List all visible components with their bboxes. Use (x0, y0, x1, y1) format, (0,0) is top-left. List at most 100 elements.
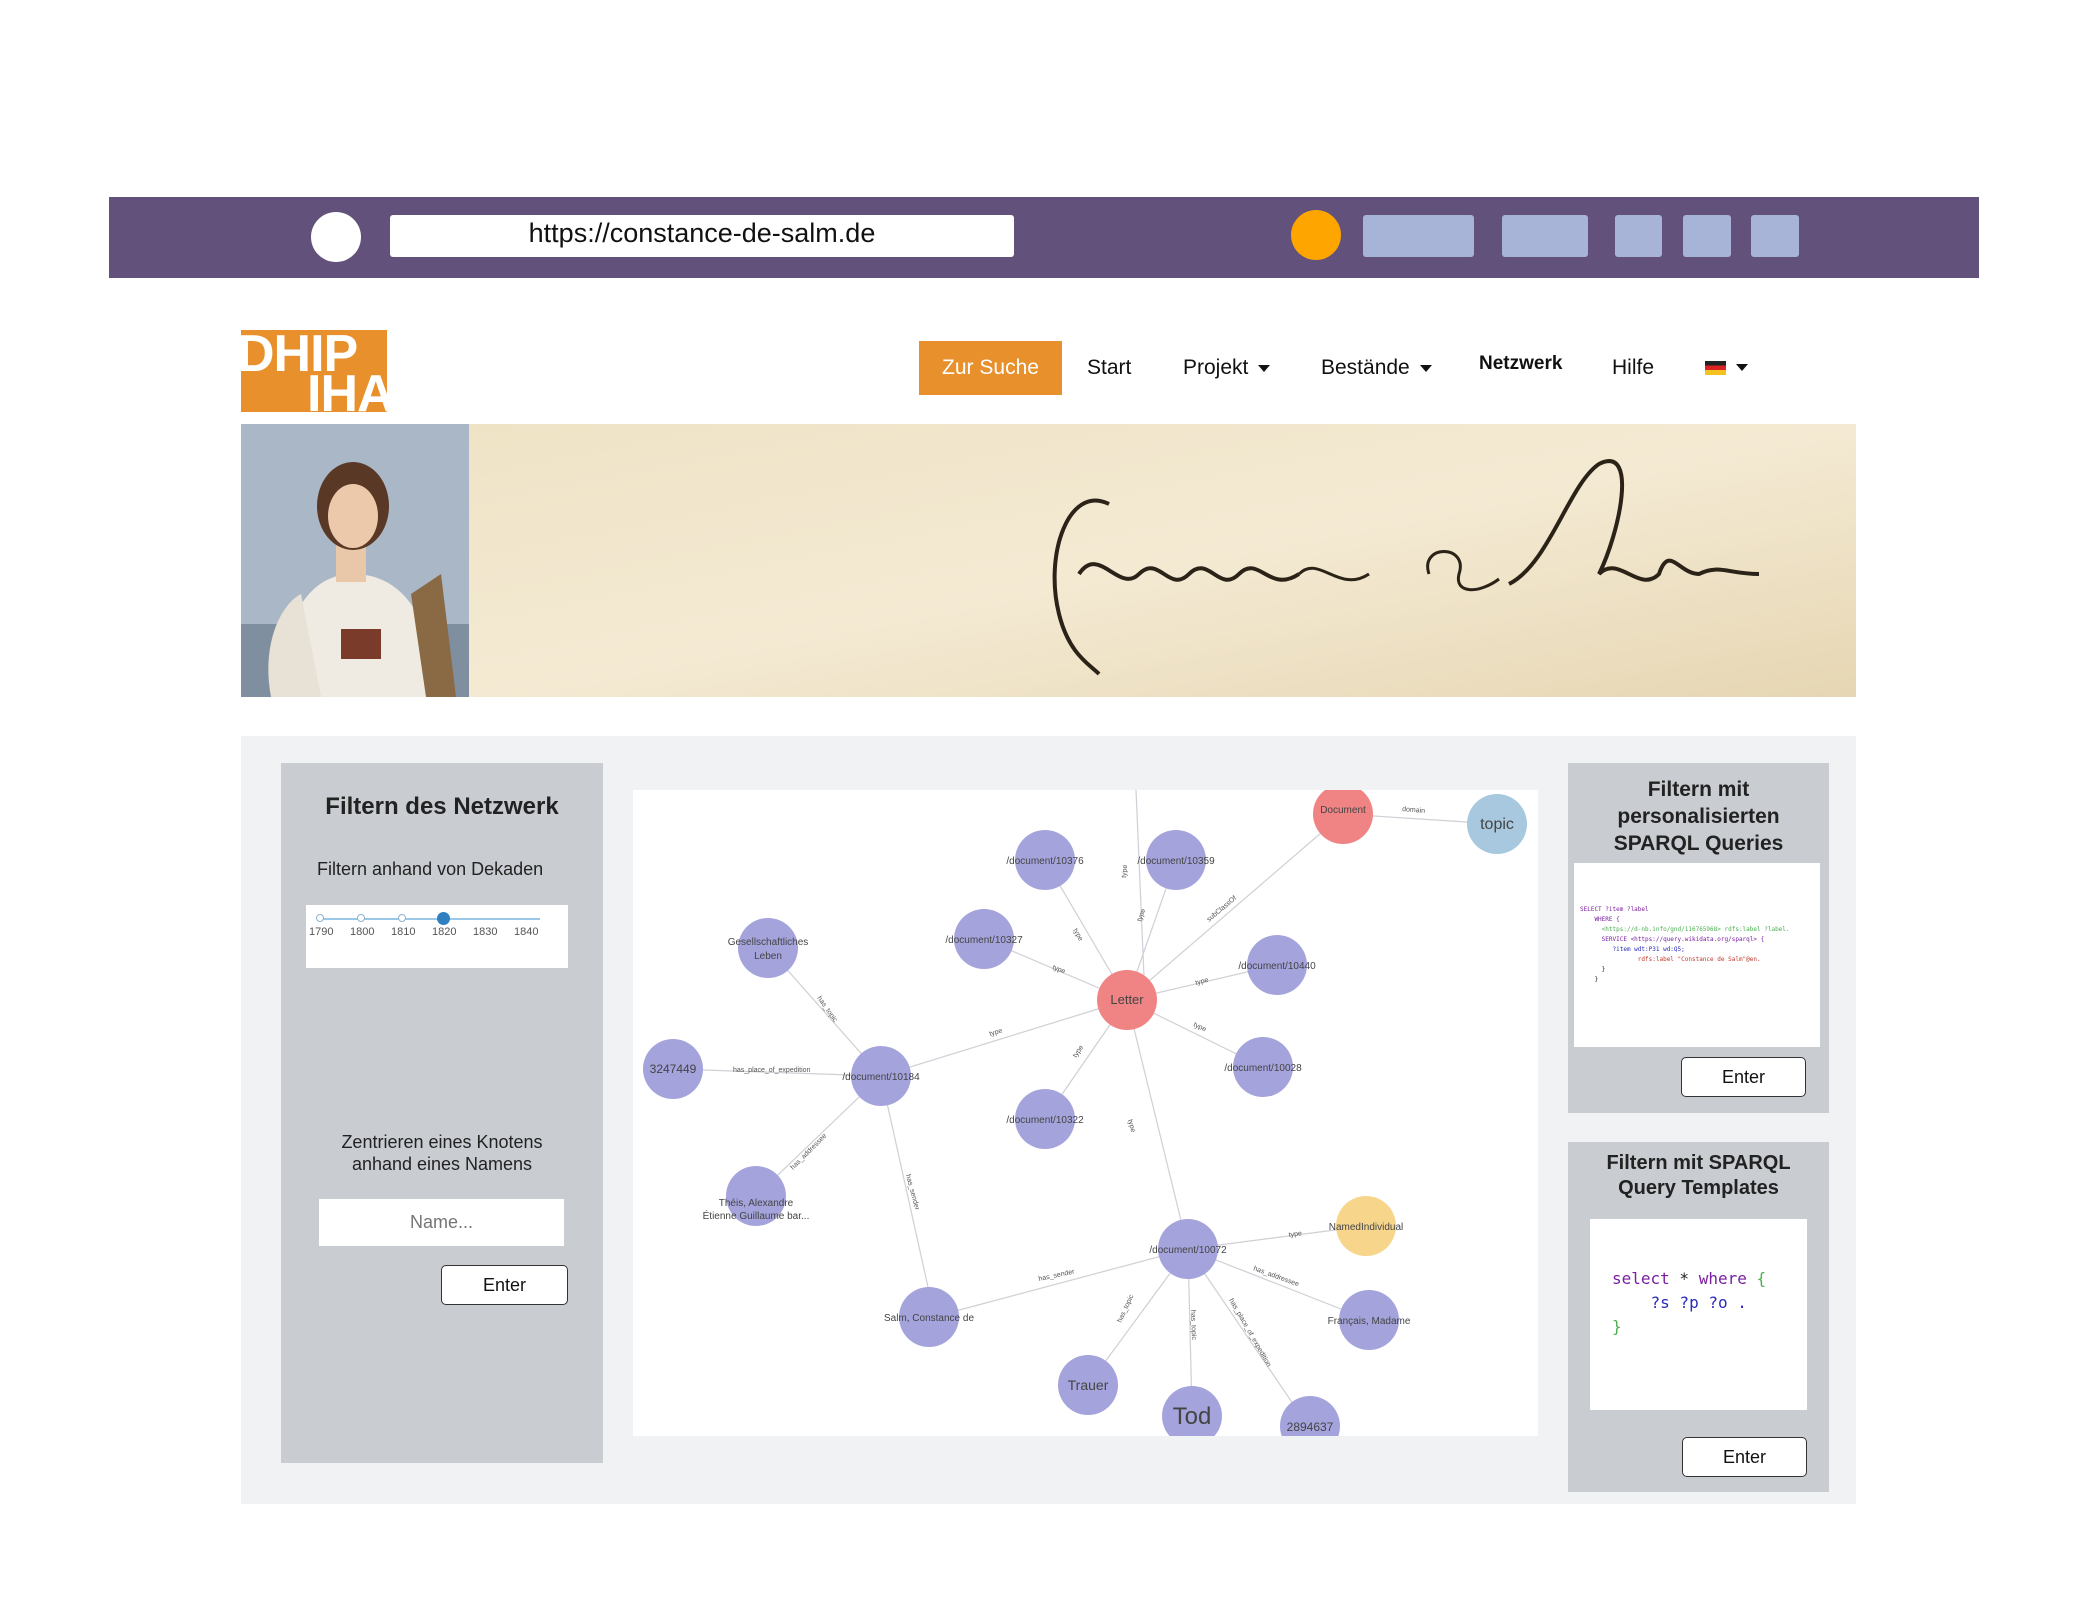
sparql-templates-title: Filtern mit SPARQL Query Templates (1568, 1151, 1829, 1201)
nav-search-button[interactable]: Zur Suche (919, 341, 1062, 395)
nav-projekt-label: Projekt (1183, 356, 1249, 379)
graph-nodes (643, 790, 1527, 1436)
node-label: Letter (1110, 992, 1144, 1007)
signature-image (469, 424, 1856, 697)
svg-text:has_topic: has_topic (1189, 1310, 1197, 1341)
svg-text:has_place_of_expedition: has_place_of_expedition (733, 1067, 811, 1074)
nav-projekt[interactable]: Projekt (1183, 341, 1271, 395)
portrait-image (241, 424, 469, 697)
browser-status-icon[interactable] (1291, 210, 1341, 260)
svg-text:type: type (1051, 964, 1066, 975)
browser-back-icon[interactable] (311, 212, 361, 262)
chevron-down-icon (1736, 364, 1748, 372)
svg-text:type: type (1195, 977, 1210, 987)
code-token: * (1669, 1269, 1699, 1288)
code-line: SERVICE <https://query.wikidata.org/spar… (1580, 936, 1765, 943)
code-line: <https://d-nb.info/gnd/116765968> rdfs:l… (1580, 926, 1790, 933)
browser-toolbar: https://constance-de-salm.de (109, 197, 1979, 278)
browser-button-3[interactable] (1615, 215, 1662, 257)
code-line: } (1580, 976, 1599, 983)
slider-dot-1790[interactable] (316, 914, 324, 922)
node-label: Théis, Alexandre (719, 1198, 794, 1209)
nav-bestaende[interactable]: Bestände (1321, 341, 1432, 395)
code-line: rdfs:label "Constance de Salm"@en. (1580, 956, 1761, 963)
center-node-label: Zentrieren eines Knotens anhand eines Na… (301, 1131, 583, 1175)
decades-label: Filtern anhand von Dekaden (317, 859, 544, 879)
decade-tick: 1790 (309, 926, 334, 938)
center-node-enter-button[interactable]: Enter (441, 1265, 568, 1305)
sparql-templates-panel: Filtern mit SPARQL Query Templates selec… (1568, 1142, 1829, 1492)
decade-range-slider[interactable]: 1790 1800 1810 1820 1830 1840 (306, 905, 568, 968)
svg-text:type: type (1072, 1044, 1085, 1059)
node-label: NamedIndividual (1329, 1222, 1404, 1233)
sparql-custom-title: Filtern mit personalisierten SPARQL Quer… (1568, 776, 1829, 857)
header-banner (241, 424, 1856, 697)
node-label: /document/10376 (1006, 856, 1084, 867)
code-line: } (1612, 1317, 1622, 1336)
node-label: Français, Madame (1328, 1316, 1411, 1327)
code-token: { (1746, 1269, 1767, 1288)
code-line: select * where { (1612, 1267, 1807, 1291)
graph-node-gesellschaft[interactable] (738, 918, 798, 978)
code-line: ?s ?p ?o . (1612, 1293, 1747, 1312)
node-label: Trauer (1068, 1377, 1109, 1393)
slider-handle[interactable] (437, 912, 450, 925)
node-label: /document/10072 (1149, 1245, 1227, 1256)
code-keyword: select (1612, 1269, 1670, 1288)
slider-dot-1810[interactable] (398, 914, 406, 922)
nav-start[interactable]: Start (1087, 341, 1131, 395)
browser-button-2[interactable] (1502, 215, 1588, 257)
language-dropdown[interactable] (1705, 341, 1748, 395)
center-node-label-line1: Zentrieren eines Knotens (341, 1132, 543, 1152)
slider-track[interactable] (320, 918, 540, 920)
sparql-templates-title-line1: Filtern mit SPARQL (1606, 1152, 1791, 1174)
sparql-templates-enter-button[interactable]: Enter (1682, 1437, 1807, 1477)
svg-text:type: type (989, 1028, 1004, 1038)
decade-tick: 1800 (350, 926, 375, 938)
node-label: /document/10359 (1137, 856, 1215, 867)
node-label: /document/10322 (1006, 1115, 1084, 1126)
sparql-templates-title-line2: Query Templates (1618, 1177, 1779, 1199)
svg-text:has_addressee: has_addressee (789, 1133, 828, 1172)
svg-text:domain: domain (1402, 806, 1426, 815)
filter-network-panel: Filtern des Netzwerk Filtern anhand von … (281, 763, 603, 1463)
nav-netzwerk[interactable]: Netzwerk (1479, 337, 1562, 391)
browser-button-4[interactable] (1683, 215, 1731, 257)
code-keyword: where (1698, 1269, 1747, 1288)
site-logo[interactable]: DHIP IHA (241, 330, 387, 412)
svg-text:has_topic: has_topic (815, 995, 838, 1024)
logo-text-bottom: IHA (307, 365, 387, 412)
node-label: /document/10184 (842, 1072, 920, 1083)
svg-text:type: type (1288, 1230, 1302, 1239)
browser-button-1[interactable] (1363, 215, 1474, 257)
node-label: /document/10028 (1224, 1063, 1302, 1074)
slider-dot-1800[interactable] (357, 914, 365, 922)
network-graph[interactable]: type type type type type type type subCl… (633, 790, 1538, 1436)
node-label: topic (1480, 816, 1514, 833)
node-label: Document (1320, 805, 1366, 816)
decade-tick: 1840 (514, 926, 539, 938)
svg-text:type: type (1071, 928, 1084, 943)
nav-bestaende-label: Bestände (1321, 356, 1410, 379)
code-line: WHERE { (1580, 916, 1620, 923)
nav-hilfe[interactable]: Hilfe (1612, 341, 1654, 395)
graph-node-document[interactable] (1313, 790, 1373, 844)
sparql-query-editor[interactable]: SELECT ?item ?label WHERE { <https://d-n… (1574, 863, 1820, 1047)
node-label: Tod (1173, 1403, 1212, 1430)
chevron-down-icon (1419, 364, 1432, 372)
sparql-template-editor[interactable]: select * where { ?s ?p ?o .} (1590, 1219, 1807, 1410)
filter-network-title: Filtern des Netzwerk (325, 793, 559, 820)
decade-tick: 1820 (432, 926, 457, 938)
svg-text:type: type (1126, 1119, 1136, 1134)
browser-button-5[interactable] (1751, 215, 1799, 257)
node-name-input[interactable] (319, 1199, 564, 1246)
svg-text:type: type (1192, 1021, 1207, 1033)
code-line: SELECT ?item ?label (1580, 906, 1649, 913)
address-bar[interactable]: https://constance-de-salm.de (390, 215, 1014, 257)
node-label: 2894637 (1287, 1420, 1334, 1434)
de-flag-icon (1705, 360, 1726, 375)
sparql-custom-enter-button[interactable]: Enter (1681, 1057, 1806, 1097)
code-line: } (1580, 966, 1606, 973)
node-label: /document/10327 (945, 935, 1023, 946)
node-label: Gesellschaftliches (728, 937, 809, 948)
